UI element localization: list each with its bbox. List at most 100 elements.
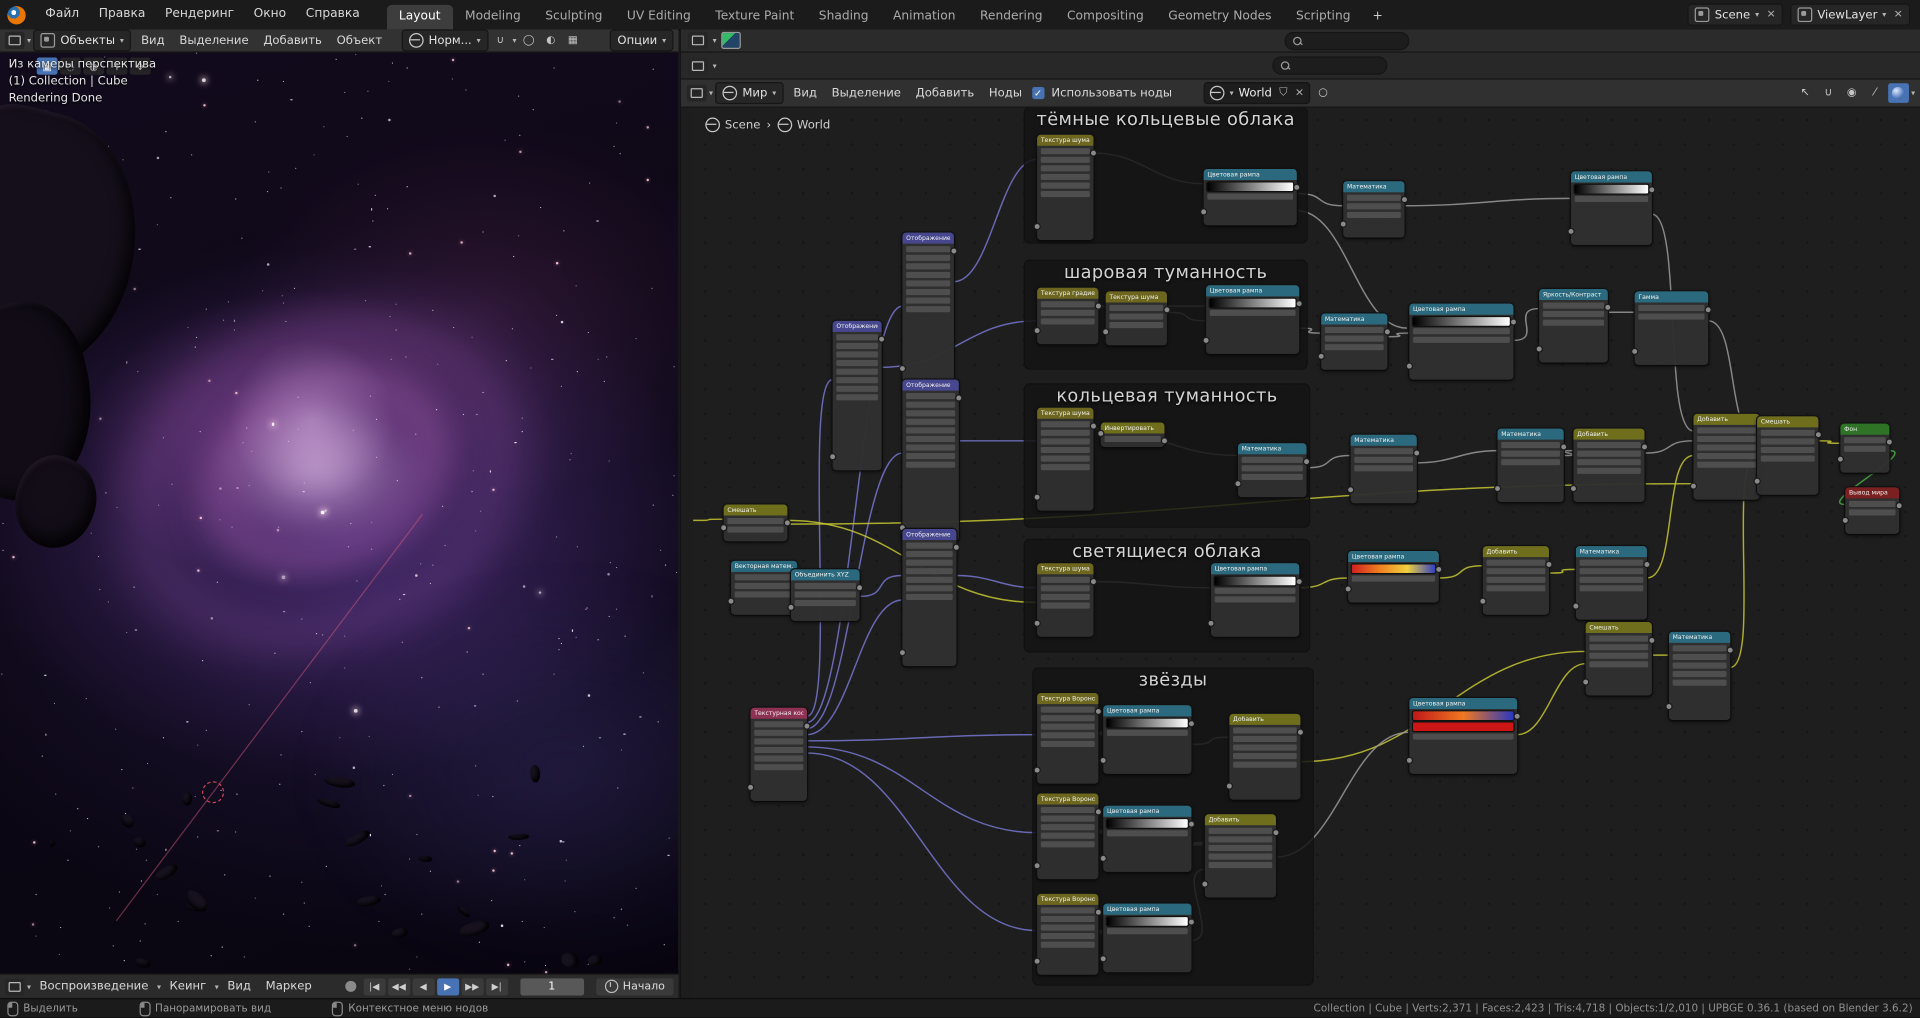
shader-node[interactable]: Гамма <box>1635 291 1708 364</box>
node-field[interactable] <box>1104 436 1160 442</box>
input-socket[interactable] <box>1690 482 1697 489</box>
node-field[interactable] <box>1041 464 1090 470</box>
view-menu[interactable]: Вид <box>221 972 257 1001</box>
node-field[interactable] <box>906 246 950 252</box>
node-field[interactable] <box>1501 459 1560 465</box>
node-header[interactable]: Векторная матем. <box>731 561 797 572</box>
node-header[interactable]: Отображение <box>902 233 953 244</box>
node-field[interactable] <box>836 343 878 349</box>
node-field[interactable] <box>1041 942 1095 948</box>
node-header[interactable]: Цветовая рампа <box>1204 169 1297 180</box>
tab-animation[interactable]: Animation <box>881 5 968 29</box>
node-field[interactable] <box>1109 305 1163 311</box>
node-field[interactable] <box>1041 916 1095 922</box>
node-field[interactable] <box>1589 653 1648 659</box>
output-socket[interactable] <box>784 519 791 526</box>
shader-node[interactable]: Математика <box>1576 546 1647 619</box>
node-field[interactable] <box>836 394 878 400</box>
tab-layout[interactable]: Layout <box>387 5 453 29</box>
shader-node[interactable]: Текстура градиента <box>1037 288 1098 344</box>
shader-node[interactable]: Добавить <box>1573 429 1644 502</box>
input-socket[interactable] <box>1033 958 1040 965</box>
node-field[interactable] <box>1325 336 1384 342</box>
node-field[interactable] <box>906 542 953 548</box>
color-ramp-bar[interactable] <box>1352 564 1435 573</box>
node-menu-Вид[interactable]: Вид <box>786 79 824 107</box>
input-socket[interactable] <box>1406 362 1413 369</box>
node-field[interactable] <box>1580 585 1644 591</box>
node-field[interactable] <box>1041 741 1095 747</box>
node-field[interactable] <box>754 764 803 770</box>
output-socket[interactable] <box>1163 306 1170 313</box>
node-field[interactable] <box>1577 442 1641 448</box>
node-header[interactable]: Добавить <box>1573 429 1644 440</box>
input-socket[interactable] <box>829 453 836 460</box>
node-field[interactable] <box>1638 305 1704 311</box>
record-icon[interactable] <box>345 981 356 992</box>
input-socket[interactable] <box>1753 478 1760 485</box>
node-field[interactable] <box>1107 830 1188 836</box>
shader-node[interactable]: Вывод мира <box>1845 487 1899 534</box>
node-field[interactable] <box>1413 733 1513 739</box>
node-field[interactable] <box>1209 836 1273 842</box>
node-field[interactable] <box>1673 671 1727 677</box>
node-header[interactable]: Математика <box>1351 435 1417 446</box>
node-field[interactable] <box>906 272 950 278</box>
input-socket[interactable] <box>1201 880 1208 887</box>
output-socket[interactable] <box>1896 502 1903 509</box>
node-header[interactable]: Смешать <box>1586 622 1652 633</box>
current-frame-field[interactable]: 1 <box>520 978 584 995</box>
output-socket[interactable] <box>878 336 885 343</box>
viewport-3d[interactable]: ▣ ◌ ◍ ✛ ✥ Из камеры перспектива (1) Coll… <box>0 53 678 974</box>
input-socket[interactable] <box>787 604 794 611</box>
jump-end-button[interactable]: ▶| <box>486 978 508 995</box>
slash-toggle-icon[interactable]: ⁄ <box>1865 83 1886 103</box>
shader-node[interactable]: Отображение <box>902 233 953 382</box>
color-field[interactable] <box>1413 722 1513 731</box>
shader-node[interactable]: Объединить XYZ <box>791 569 860 620</box>
node-field[interactable] <box>795 591 856 597</box>
node-field[interactable] <box>1233 744 1297 750</box>
shader-node[interactable]: Текстура шума <box>1037 135 1093 240</box>
menu-Файл[interactable]: Файл <box>36 0 89 29</box>
node-header[interactable]: Цветовая рампа <box>1348 551 1439 562</box>
input-socket[interactable] <box>1631 348 1638 355</box>
node-field[interactable] <box>1107 928 1188 934</box>
next-keyframe-button[interactable]: ▶▶ <box>461 978 483 995</box>
node-header[interactable]: Инвертировать <box>1101 422 1165 433</box>
node-field[interactable] <box>735 583 794 589</box>
input-socket[interactable] <box>1570 485 1577 492</box>
node-header[interactable]: Смешать <box>1757 416 1818 427</box>
menu-Рендеринг[interactable]: Рендеринг <box>155 0 244 29</box>
node-field[interactable] <box>1041 421 1090 427</box>
fake-user-icon[interactable]: ⛉ <box>1277 87 1288 99</box>
node-header[interactable]: Цветовая рампа <box>1409 304 1513 315</box>
color-ramp-bar[interactable] <box>1215 577 1296 586</box>
input-socket[interactable] <box>899 365 906 372</box>
tab-modeling[interactable]: Modeling <box>453 5 533 29</box>
node-field[interactable] <box>754 730 803 736</box>
shader-node[interactable]: Цветовая рампа <box>1211 563 1299 636</box>
output-socket[interactable] <box>1297 729 1304 736</box>
output-socket[interactable] <box>1413 449 1420 456</box>
image-icon[interactable] <box>722 32 742 49</box>
node-header[interactable]: Смешать <box>724 504 788 515</box>
color-ramp-bar[interactable] <box>1575 185 1648 194</box>
viewlayer-selector[interactable]: ViewLayer ▾ × <box>1790 4 1910 26</box>
node-field[interactable] <box>735 591 794 597</box>
node-field[interactable] <box>1041 824 1095 830</box>
tab-compositing[interactable]: Compositing <box>1055 5 1156 29</box>
node-field[interactable] <box>1041 577 1090 583</box>
node-header[interactable]: Цветовая рампа <box>1103 806 1191 817</box>
node-field[interactable] <box>906 410 955 416</box>
color-ramp-bar[interactable] <box>1107 917 1188 926</box>
node-field[interactable] <box>1354 457 1413 463</box>
use-nodes-checkbox[interactable]: ✓ <box>1032 87 1044 99</box>
node-field[interactable] <box>1543 311 1604 317</box>
node-field[interactable] <box>836 360 878 366</box>
node-menu-Добавить[interactable]: Добавить <box>908 79 981 107</box>
shader-node[interactable]: Цветовая рампа <box>1103 806 1191 872</box>
output-socket[interactable] <box>1296 300 1303 307</box>
output-socket[interactable] <box>1272 829 1279 836</box>
node-field[interactable] <box>906 560 953 566</box>
